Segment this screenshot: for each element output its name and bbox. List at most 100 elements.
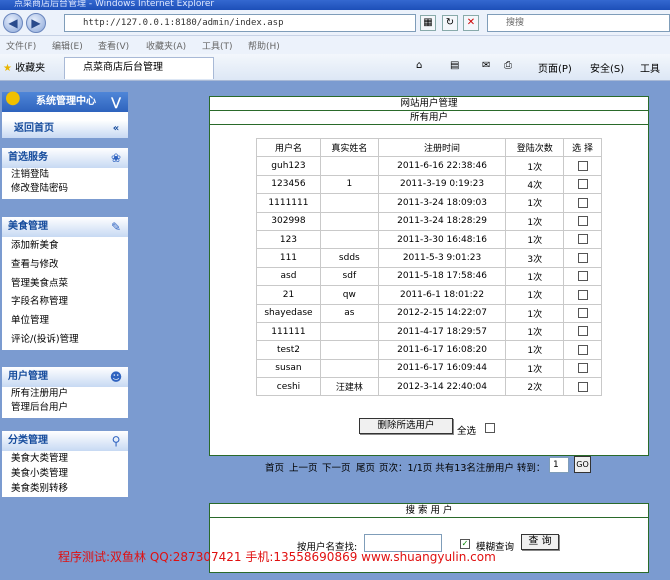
cell-select	[563, 174, 602, 195]
cell-logins: 1次	[505, 211, 565, 231]
cell-logins: 3次	[505, 248, 565, 268]
row-checkbox[interactable]	[577, 307, 588, 318]
row-checkbox[interactable]	[577, 216, 588, 226]
col-logins: 登陆次数	[505, 137, 565, 158]
stop-icon[interactable]: ✕	[463, 15, 479, 31]
search-input[interactable]: 搜搜	[487, 14, 670, 32]
cell-regtime: 2011-6-17 16:08:20	[377, 340, 507, 360]
menu-help[interactable]: 帮助(H)	[248, 39, 280, 52]
cell-logins: 1次	[505, 303, 565, 323]
row-checkbox[interactable]	[577, 363, 588, 374]
pager-last[interactable]: 尾页	[356, 460, 375, 474]
home-icon[interactable]: ⌂	[416, 60, 422, 71]
row-checkbox[interactable]	[577, 160, 588, 171]
cell-regtime: 2011-3-19 0:19:23	[377, 174, 507, 195]
cell-username: 21	[256, 285, 321, 305]
col-select: 选 择	[563, 137, 602, 158]
browser-tab[interactable]: 点菜商店后台管理	[64, 57, 214, 79]
cell-username: susan	[256, 358, 321, 379]
page-number-input[interactable]: 1	[549, 457, 569, 473]
table-header-row: 用户名 真实姓名 注册时间 登陆次数 选 择	[256, 137, 602, 158]
row-checkbox[interactable]	[577, 381, 588, 392]
row-checkbox[interactable]	[577, 179, 588, 190]
forward-icon[interactable]: ▶	[26, 13, 46, 33]
sidebar-item-logout[interactable]: 注销登陆	[2, 168, 128, 182]
table-row: 1111111 2011-3-24 18:09:03 1次	[256, 193, 602, 213]
pager-next[interactable]: 下一页	[322, 460, 351, 474]
col-regtime: 注册时间	[377, 137, 507, 158]
query-button[interactable]: 查 询	[521, 534, 559, 550]
menu-favorites[interactable]: 收藏夹(A)	[146, 39, 186, 52]
cell-logins: 1次	[505, 321, 565, 342]
section-title: 分类管理 ⚲	[2, 431, 128, 451]
section-title: 美食管理 ✎	[2, 217, 128, 237]
pager-info: 页次：1/1页 共有13名注册用户 转到：	[379, 463, 546, 474]
go-button[interactable]: GO	[574, 456, 591, 473]
safety-menu[interactable]: 安全(S)	[590, 60, 624, 75]
sidebar-item-fields[interactable]: 字段名称管理	[2, 293, 128, 312]
cell-username: test2	[256, 340, 321, 360]
double-left-icon[interactable]: «	[108, 121, 124, 137]
cell-select	[563, 156, 602, 176]
sidebar-item-units[interactable]: 单位管理	[2, 312, 128, 331]
cell-select	[563, 193, 602, 213]
section-category: 分类管理 ⚲ 美食大类管理 美食小类管理 美食类别转移	[2, 431, 128, 497]
delete-selected-button[interactable]: 删除所选用户	[359, 418, 453, 434]
cell-username: 111	[256, 248, 321, 268]
menu-view[interactable]: 查看(V)	[98, 39, 129, 52]
cell-logins: 1次	[505, 156, 565, 176]
section-subtitle: 所有用户	[210, 111, 648, 125]
feeds-icon[interactable]: ▤	[450, 60, 459, 71]
row-checkbox[interactable]	[577, 197, 588, 208]
cell-regtime: 2012-2-15 14:22:07	[377, 303, 507, 323]
row-checkbox[interactable]	[577, 289, 588, 300]
cell-username: guh123	[256, 156, 321, 176]
address-input[interactable]: http://127.0.0.1:8180/admin/index.asp	[64, 14, 416, 32]
sidebar-item-admin-users[interactable]: 管理后台用户	[2, 401, 128, 415]
select-all-checkbox[interactable]	[485, 423, 495, 433]
print-icon[interactable]: ⎙	[504, 60, 512, 71]
row-checkbox[interactable]	[577, 344, 588, 355]
sidebar-item-comments[interactable]: 评论/(投诉)管理	[2, 331, 128, 350]
menu-edit[interactable]: 编辑(E)	[52, 39, 83, 52]
refresh-icon[interactable]: ↻	[442, 15, 458, 31]
cell-username: 1111111	[256, 193, 321, 213]
sidebar-item-move-category[interactable]: 美食类别转移	[2, 481, 128, 496]
cell-regtime: 2011-3-24 18:28:29	[377, 211, 507, 231]
sidebar-item-big-category[interactable]: 美食大类管理	[2, 451, 128, 466]
pager-prev[interactable]: 上一页	[289, 460, 318, 474]
back-icon[interactable]: ◀	[3, 13, 23, 33]
sidebar-item-small-category[interactable]: 美食小类管理	[2, 466, 128, 481]
cell-realname	[319, 229, 379, 250]
menu-file[interactable]: 文件(F)	[6, 39, 36, 52]
table-row: shayedase as 2012-2-15 14:22:07 1次	[256, 303, 602, 323]
footer-credit: 程序测试:双鱼林 QQ:287307421 手机:13558690869 www…	[58, 550, 496, 564]
sidebar-item-all-users[interactable]: 所有注册用户	[2, 387, 128, 401]
row-checkbox[interactable]	[577, 326, 588, 337]
cell-regtime: 2011-6-16 22:38:46	[377, 156, 507, 176]
row-checkbox[interactable]	[577, 271, 588, 282]
collapse-icon[interactable]: ⋁	[108, 94, 124, 110]
favorites-button[interactable]: ★ 收藏夹	[3, 59, 45, 74]
sidebar-item-change-password[interactable]: 修改登陆密码	[2, 182, 128, 196]
cell-logins: 1次	[505, 285, 565, 305]
cell-username: 123456	[256, 174, 321, 195]
compat-view-icon[interactable]: ▦	[420, 15, 436, 31]
home-link[interactable]: 返回首页 «	[2, 120, 128, 138]
sidebar-item-add-food[interactable]: 添加新美食	[2, 237, 128, 256]
favorites-bar: ★ 收藏夹 点菜商店后台管理 ⌂ ▤ ✉ ⎙ 页面(P) 安全(S) 工具	[0, 54, 670, 81]
page-menu[interactable]: 页面(P)	[538, 60, 572, 75]
mail-icon[interactable]: ✉	[482, 60, 490, 71]
user-icon: ☻	[109, 370, 123, 384]
row-checkbox[interactable]	[577, 252, 588, 263]
table-row: susan 2011-6-17 16:09:44 1次	[256, 358, 602, 379]
sidebar-item-view-edit[interactable]: 查看与修改	[2, 256, 128, 275]
menu-tools[interactable]: 工具(T)	[202, 39, 233, 52]
tools-menu[interactable]: 工具	[640, 60, 660, 75]
section-title: 首选服务 ❀	[2, 148, 128, 168]
sidebar-item-food-orders[interactable]: 管理美食点菜	[2, 275, 128, 294]
row-checkbox[interactable]	[577, 234, 588, 245]
cell-realname: 1	[319, 174, 379, 195]
window-title: 点菜商店后台管理 - Windows Internet Explorer	[0, 0, 670, 10]
pager-first[interactable]: 首页	[265, 460, 284, 474]
